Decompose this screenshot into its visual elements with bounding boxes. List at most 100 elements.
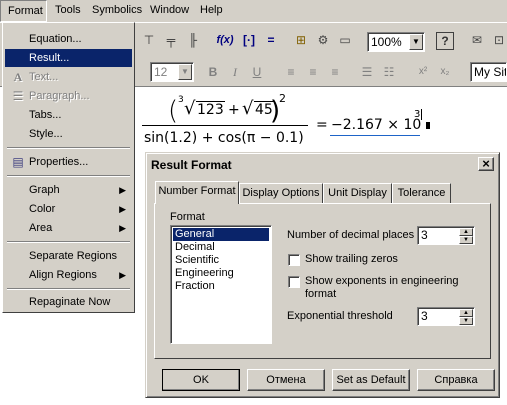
menu-separator bbox=[7, 175, 130, 177]
numbering-icon[interactable]: ☷ bbox=[380, 63, 398, 81]
equals-sign: = bbox=[316, 117, 328, 133]
tab-number-format[interactable]: Number Format bbox=[155, 181, 239, 204]
exponent: 2 bbox=[279, 92, 286, 105]
menu-tools[interactable]: Tools bbox=[55, 4, 81, 16]
menu-item-style[interactable]: Style... bbox=[5, 125, 132, 143]
dialog-title: Result Format bbox=[151, 158, 232, 172]
menu-item-separate-regions[interactable]: Separate Regions bbox=[5, 247, 132, 265]
bullets-icon[interactable]: ☰ bbox=[358, 63, 376, 81]
show-trailing-zeros-label: Show trailing zeros bbox=[305, 253, 398, 265]
run-icon[interactable]: ▭ bbox=[336, 31, 354, 49]
menu-item-result[interactable]: Result... bbox=[5, 49, 132, 67]
menu-item-area[interactable]: Area ▶ bbox=[5, 219, 132, 237]
list-item-decimal[interactable]: Decimal bbox=[175, 241, 215, 254]
format-listbox[interactable]: General Decimal Scientific Engineering F… bbox=[170, 225, 272, 344]
format-menu: Equation... Result... A Text... ☰ Paragrap… bbox=[2, 22, 135, 313]
dialog-title-bar: Result Format × bbox=[149, 156, 496, 174]
number-format-panel: Format General Decimal Scientific Engine… bbox=[154, 203, 491, 359]
result-underline bbox=[330, 135, 420, 136]
chevron-down-icon: ▼ bbox=[178, 64, 192, 80]
menu-format[interactable]: Format bbox=[0, 0, 47, 22]
insert-unit-icon[interactable]: [·] bbox=[240, 31, 258, 49]
email-icon[interactable]: ✉ bbox=[468, 31, 486, 49]
denominator: sin(1.2) + cos(π − 0.1) bbox=[144, 130, 304, 146]
show-trailing-zeros-checkbox[interactable] bbox=[288, 254, 300, 266]
cancel-button[interactable]: Отмена bbox=[247, 369, 325, 391]
submenu-arrow-icon: ▶ bbox=[119, 204, 126, 214]
font-size-select[interactable]: 12 ▼ bbox=[150, 62, 194, 82]
root-index: 3 bbox=[178, 95, 184, 105]
decimal-places-label: Number of decimal places bbox=[287, 229, 415, 241]
menu-item-text[interactable]: A Text... bbox=[5, 68, 132, 86]
radicand-1: 123 bbox=[196, 101, 225, 118]
underline-button[interactable]: U bbox=[248, 63, 266, 81]
show-exponents-label-cont: format bbox=[305, 288, 337, 300]
list-item-fraction[interactable]: Fraction bbox=[175, 280, 215, 293]
align-top-icon[interactable]: ⊤ bbox=[140, 31, 158, 49]
align-center-icon[interactable]: ≡ bbox=[304, 63, 322, 81]
menu-symbolics[interactable]: Symbolics bbox=[92, 4, 142, 16]
submenu-arrow-icon: ▶ bbox=[119, 270, 126, 280]
menu-separator bbox=[7, 147, 130, 149]
subscript-button[interactable]: x₂ bbox=[436, 63, 454, 81]
menu-item-graph[interactable]: Graph ▶ bbox=[5, 181, 132, 199]
exp-threshold-label: Exponential threshold bbox=[287, 310, 393, 322]
result-exponent: 3 bbox=[414, 109, 423, 120]
style-select[interactable]: My Site bbox=[470, 62, 507, 82]
align-left-icon[interactable]: ≡ bbox=[282, 63, 300, 81]
collaboratory-icon[interactable]: ⊡ bbox=[490, 31, 507, 49]
insert-component-icon[interactable]: ⊞ bbox=[292, 31, 310, 49]
set-as-default-button[interactable]: Set as Default bbox=[332, 369, 410, 391]
menu-window[interactable]: Window bbox=[150, 4, 189, 16]
math-region[interactable]: ( 3 √ 123 + √ 45 ) 2 sin(1.2) + cos(π − … bbox=[140, 92, 440, 152]
menu-item-equation[interactable]: Equation... bbox=[5, 30, 132, 48]
menu-item-repaginate-now[interactable]: Repaginate Now bbox=[5, 293, 132, 311]
submenu-arrow-icon: ▶ bbox=[119, 185, 126, 195]
ok-button[interactable]: OK bbox=[162, 369, 240, 391]
list-item-scientific[interactable]: Scientific bbox=[175, 254, 219, 267]
help-button[interactable]: Справка bbox=[417, 369, 495, 391]
radical-icon: √ bbox=[184, 98, 196, 119]
menu-item-tabs[interactable]: Tabs... bbox=[5, 106, 132, 124]
format-label: Format bbox=[170, 211, 205, 223]
spin-up-icon[interactable]: ▲ bbox=[459, 309, 473, 317]
chevron-down-icon: ▼ bbox=[409, 34, 423, 50]
spin-up-icon[interactable]: ▲ bbox=[459, 228, 473, 236]
paragraph-icon: ☰ bbox=[12, 89, 24, 103]
list-item-general[interactable]: General bbox=[173, 228, 269, 241]
tab-tolerance[interactable]: Tolerance bbox=[392, 183, 451, 203]
close-icon[interactable]: × bbox=[478, 157, 494, 171]
menu-item-properties[interactable]: ▤ Properties... bbox=[5, 153, 132, 171]
spin-down-icon[interactable]: ▼ bbox=[459, 236, 473, 244]
decimal-places-stepper[interactable]: 3 ▲ ▼ bbox=[417, 226, 475, 245]
cursor-marker bbox=[426, 122, 430, 129]
spin-down-icon[interactable]: ▼ bbox=[459, 317, 473, 325]
show-exponents-label: Show exponents in engineering bbox=[305, 275, 459, 287]
list-item-engineering[interactable]: Engineering bbox=[175, 267, 234, 280]
text-icon: A bbox=[13, 70, 23, 84]
menu-item-align-regions[interactable]: Align Regions ▶ bbox=[5, 266, 132, 284]
tab-display-options[interactable]: Display Options bbox=[239, 183, 323, 203]
menu-bar: Format Tools Symbolics Window Help bbox=[0, 0, 507, 23]
left-paren: ( bbox=[168, 96, 179, 126]
radical-icon: √ bbox=[242, 98, 254, 119]
resources-icon[interactable]: ⚙ bbox=[314, 31, 332, 49]
tab-unit-display[interactable]: Unit Display bbox=[323, 183, 392, 203]
show-exponents-checkbox[interactable] bbox=[288, 276, 300, 288]
menu-item-paragraph[interactable]: ☰ Paragraph... bbox=[5, 87, 132, 105]
bold-button[interactable]: B bbox=[204, 63, 222, 81]
calculate-icon[interactable]: = bbox=[262, 31, 280, 49]
zoom-select[interactable]: 100% ▼ bbox=[367, 32, 425, 52]
align-right-icon[interactable]: ≡ bbox=[326, 63, 344, 81]
menu-help[interactable]: Help bbox=[200, 4, 223, 16]
align-across-icon[interactable]: ╤ bbox=[162, 31, 180, 49]
exp-threshold-stepper[interactable]: 3 ▲ ▼ bbox=[417, 307, 475, 326]
submenu-arrow-icon: ▶ bbox=[119, 223, 126, 233]
help-icon[interactable]: ? bbox=[436, 32, 454, 50]
superscript-button[interactable]: x² bbox=[414, 63, 432, 81]
align-down-icon[interactable]: ╟ bbox=[184, 31, 202, 49]
italic-button[interactable]: I bbox=[226, 63, 244, 81]
menu-separator bbox=[7, 241, 130, 243]
insert-function-icon[interactable]: f(x) bbox=[214, 31, 236, 49]
menu-item-color[interactable]: Color ▶ bbox=[5, 200, 132, 218]
